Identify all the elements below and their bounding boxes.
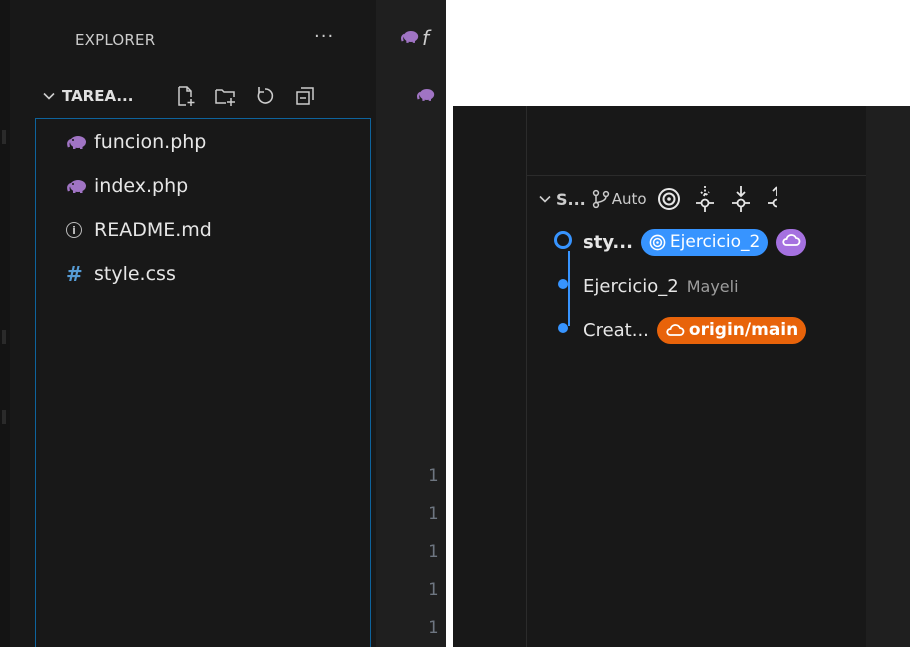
more-actions-button[interactable]: ···	[314, 26, 334, 47]
folder-actions	[171, 82, 319, 110]
workspace-folder-name: TAREA...	[62, 87, 134, 105]
file-item-readme-md[interactable]: i README.md	[66, 215, 212, 245]
push-icon[interactable]	[765, 185, 777, 213]
new-file-icon[interactable]	[171, 82, 199, 110]
cloud-icon	[781, 232, 801, 252]
target-icon[interactable]	[657, 187, 681, 211]
remote-branch-badge[interactable]: origin/main	[656, 316, 807, 344]
commit-node	[553, 318, 573, 343]
branch-badge[interactable]: Ejercicio_2	[640, 228, 769, 256]
editor-tab-label[interactable]: f	[422, 26, 429, 50]
commit-message: sty...	[583, 231, 633, 253]
activity-bar-edge	[0, 0, 10, 647]
cloud-icon	[665, 323, 685, 337]
head-commit-node	[553, 230, 573, 255]
remote-badge[interactable]	[776, 228, 807, 256]
target-icon	[649, 234, 666, 251]
file-name: funcion.php	[94, 131, 207, 153]
file-name: style.css	[94, 263, 176, 285]
chevron-down-icon[interactable]	[538, 192, 552, 206]
graph-branch-mode[interactable]: Auto	[612, 190, 647, 208]
line-number: 1	[428, 580, 439, 600]
source-control-graph-panel: S... Auto sty... Ejercicio_2 Ejercicio_2…	[453, 106, 910, 647]
file-name: README.md	[94, 219, 212, 241]
php-elephant-icon	[66, 135, 94, 149]
explorer-title: EXPLORER	[75, 31, 156, 49]
explorer-panel: EXPLORER ··· TAREA... funcion.php index.…	[0, 0, 446, 647]
editor-area-edge: f 1 1 1 1 1	[376, 0, 446, 647]
file-item-funcion-php[interactable]: funcion.php	[66, 127, 206, 157]
git-branch-icon[interactable]	[592, 189, 610, 209]
file-tree: funcion.php index.php i README.md # styl…	[35, 118, 371, 647]
commit-author: Mayeli	[686, 276, 739, 296]
commit-row[interactable]: Creat... origin/main	[553, 313, 807, 347]
file-name: index.php	[94, 175, 189, 197]
collapse-all-icon[interactable]	[291, 82, 319, 110]
line-number: 1	[428, 542, 439, 562]
graph-section-header[interactable]: S... Auto	[538, 184, 878, 214]
info-icon: i	[66, 222, 82, 238]
line-number: 1	[428, 618, 439, 638]
pull-icon[interactable]	[729, 185, 753, 213]
file-item-style-css[interactable]: # style.css	[66, 259, 176, 289]
php-elephant-icon	[66, 179, 94, 193]
remote-branch-label: origin/main	[688, 320, 799, 340]
workspace-folder-row[interactable]: TAREA...	[38, 80, 368, 112]
chevron-down-icon[interactable]	[38, 85, 60, 107]
refresh-icon[interactable]	[251, 82, 279, 110]
php-elephant-icon	[400, 28, 420, 47]
fetch-icon[interactable]	[693, 185, 717, 213]
commit-message: Ejercicio_2	[583, 275, 679, 297]
new-folder-icon[interactable]	[211, 82, 239, 110]
branch-badge-label: Ejercicio_2	[669, 232, 761, 252]
file-item-index-php[interactable]: index.php	[66, 171, 188, 201]
commit-row-head[interactable]: sty... Ejercicio_2	[553, 225, 807, 259]
commit-message: Creat...	[583, 319, 649, 341]
line-numbers: 1 1 1 1 1	[428, 466, 438, 647]
commit-row[interactable]: Ejercicio_2 Mayeli	[553, 269, 739, 303]
line-number: 1	[428, 466, 439, 486]
line-number: 1	[428, 504, 439, 524]
hash-icon: #	[66, 262, 83, 286]
php-elephant-icon	[416, 86, 436, 105]
commit-node	[553, 274, 573, 299]
graph-section-title: S...	[556, 189, 586, 209]
